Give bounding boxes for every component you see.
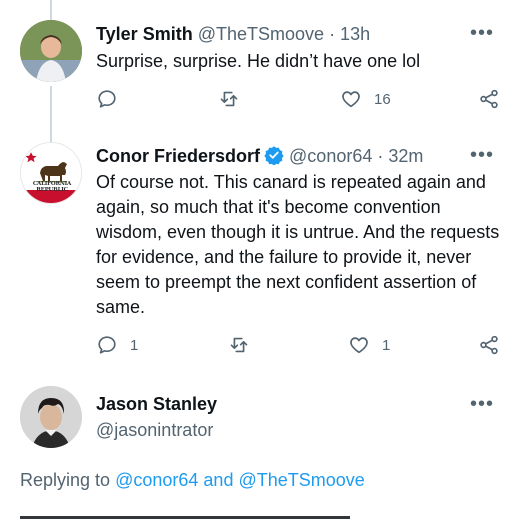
tweet-text: Surprise, surprise. He didn’t have one l…	[96, 51, 421, 71]
display-name[interactable]: Tyler Smith	[96, 24, 193, 44]
main-tweet-text-clipped	[20, 512, 350, 520]
retweet-icon	[220, 91, 238, 107]
avatar-photo-icon	[20, 386, 82, 448]
replying-prefix: Replying to	[20, 470, 111, 490]
tweet-actions: 1 1	[96, 334, 506, 362]
timestamp[interactable]: · 32m	[377, 146, 423, 166]
display-name[interactable]: Jason Stanley	[96, 394, 217, 415]
tweet-header: Tyler Smith @TheTSmoove · 13h	[96, 24, 370, 45]
like-button[interactable]: 16	[340, 88, 391, 110]
california-flag-icon	[21, 143, 81, 203]
mention-link[interactable]: @TheTSmoove	[238, 470, 364, 490]
verified-badge-icon	[264, 146, 284, 165]
avatar[interactable]	[20, 20, 82, 82]
share-icon	[480, 89, 498, 109]
avatar[interactable]: CALIFORNIA REPUBLIC	[20, 142, 82, 204]
reply-icon	[98, 90, 116, 108]
avatar-flag-label: CALIFORNIA REPUBLIC	[32, 181, 72, 193]
share-icon	[480, 335, 498, 355]
reply-count: 1	[130, 336, 139, 354]
retweet-icon	[230, 337, 248, 353]
handle[interactable]: @conor64	[289, 146, 372, 166]
tweet-header: Conor Friedersdorf @conor64 · 32m	[96, 145, 423, 167]
replying-conjunction: and	[203, 470, 234, 490]
like-button[interactable]: 1	[348, 334, 390, 356]
heart-icon	[350, 337, 368, 354]
handle[interactable]: @jasonintrator	[96, 420, 213, 441]
reply-icon	[98, 336, 116, 354]
timestamp[interactable]: · 13h	[329, 24, 370, 44]
tweet-actions: 16	[96, 88, 506, 116]
more-options-button[interactable]: •••	[470, 393, 494, 416]
reply-button[interactable]	[96, 88, 130, 110]
thread-line	[50, 86, 52, 142]
display-name[interactable]: Conor Friedersdorf	[96, 146, 260, 166]
heart-icon	[342, 91, 360, 108]
more-options-button[interactable]: •••	[470, 144, 494, 167]
thread-line	[50, 0, 52, 20]
share-button[interactable]	[478, 334, 500, 356]
retweet-button[interactable]	[218, 88, 252, 110]
retweet-button[interactable]	[228, 334, 262, 356]
more-options-button[interactable]: •••	[470, 22, 494, 45]
reply-button[interactable]: 1	[96, 334, 138, 356]
share-button[interactable]	[478, 88, 500, 110]
handle[interactable]: @TheTSmoove	[198, 24, 324, 44]
like-count: 16	[374, 90, 391, 108]
mention-link[interactable]: @conor64	[115, 470, 198, 490]
replying-to: Replying to @conor64 and @TheTSmoove	[20, 470, 365, 491]
avatar-photo-icon	[20, 20, 82, 82]
avatar[interactable]	[20, 386, 82, 448]
tweet-text: Of course not. This canard is repeated a…	[96, 172, 500, 317]
like-count: 1	[382, 336, 391, 354]
